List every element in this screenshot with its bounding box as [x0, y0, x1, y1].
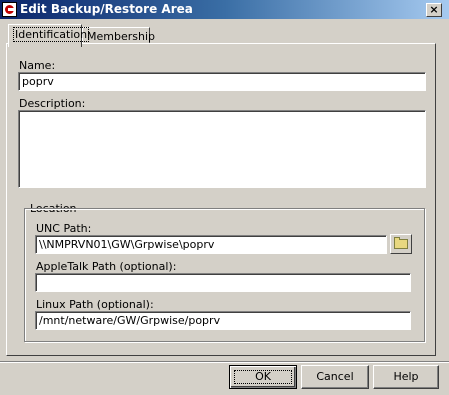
ok-button[interactable]: OK [229, 365, 297, 389]
linux-path-input[interactable]: /mnt/netware/GW/Grpwise/poprv [35, 311, 411, 330]
unc-path-label: UNC Path: [36, 222, 92, 235]
unc-path-input[interactable]: \\NMPRVN01\GW\Grpwise\poprv [35, 235, 387, 254]
help-button[interactable]: Help [373, 365, 439, 389]
title-bar[interactable]: Edit Backup/Restore Area × [0, 0, 449, 19]
groupwise-app-icon [2, 2, 17, 17]
tab-identification[interactable]: Identification [8, 24, 90, 47]
description-label: Description: [19, 97, 86, 110]
tab-identification-label: Identification [13, 27, 90, 42]
window-title: Edit Backup/Restore Area [20, 2, 193, 16]
name-input[interactable]: poprv [18, 72, 426, 91]
browse-button[interactable] [390, 234, 412, 254]
help-button-label: Help [393, 370, 419, 383]
name-label: Name: [19, 59, 56, 72]
folder-icon [394, 237, 408, 249]
appletalk-path-label: AppleTalk Path (optional): [36, 260, 177, 273]
cancel-button[interactable]: Cancel [301, 365, 369, 389]
ok-button-label: OK [255, 370, 271, 383]
appletalk-path-input[interactable] [35, 273, 411, 292]
tab-membership-label: Membership [87, 30, 155, 43]
edit-backup-restore-dialog: Edit Backup/Restore Area × Identificatio… [0, 0, 449, 395]
close-button[interactable]: × [426, 3, 442, 17]
bottom-separator-highlight [0, 362, 449, 363]
description-textarea[interactable] [18, 110, 426, 188]
cancel-button-label: Cancel [316, 370, 354, 383]
linux-path-label: Linux Path (optional): [36, 298, 154, 311]
tab-membership[interactable]: Membership [82, 27, 155, 44]
